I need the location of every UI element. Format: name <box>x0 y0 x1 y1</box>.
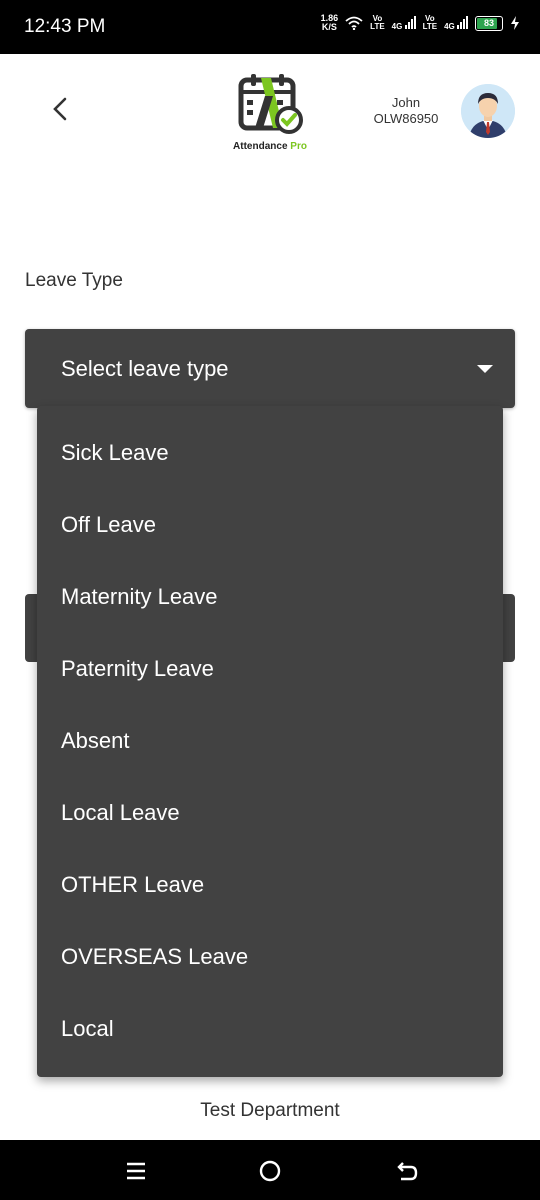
wifi-icon <box>345 16 363 30</box>
option-paternity-leave[interactable]: Paternity Leave <box>37 633 503 705</box>
battery-level: 83 <box>483 18 494 28</box>
option-sick-leave[interactable]: Sick Leave <box>37 417 503 489</box>
status-icons: 1.86 K/S Vo LTE 4G Vo LTE 4G 83 <box>321 14 520 32</box>
charging-icon <box>511 16 519 30</box>
network-type-2: 4G <box>444 22 455 31</box>
option-off-leave[interactable]: Off Leave <box>37 489 503 561</box>
leave-type-placeholder: Select leave type <box>61 356 229 381</box>
network-speed-unit: K/S <box>321 22 337 32</box>
user-id: OLW86950 <box>373 111 439 126</box>
leave-type-options: Sick Leave Off Leave Maternity Leave Pat… <box>37 406 503 1065</box>
option-other-leave[interactable]: OTHER Leave <box>37 849 503 921</box>
signal-icon-2: 4G <box>444 15 468 31</box>
volte-indicator-2: Vo LTE <box>423 15 438 31</box>
option-absent[interactable]: Absent <box>37 705 503 777</box>
back-icon[interactable] <box>392 1157 420 1185</box>
app-logo: Attendance Pro <box>228 72 312 152</box>
option-maternity-leave[interactable]: Maternity Leave <box>37 561 503 633</box>
volte-lte-2: LTE <box>422 22 438 31</box>
signal-icon-1: 4G <box>392 15 416 31</box>
leave-type-select[interactable]: Select leave type <box>25 329 515 408</box>
dropdown-caret-icon <box>477 365 493 373</box>
option-local-leave[interactable]: Local Leave <box>37 777 503 849</box>
option-overseas-leave[interactable]: OVERSEAS Leave <box>37 921 503 993</box>
menu-icon[interactable] <box>122 1157 150 1185</box>
volte-lte-1: LTE <box>370 22 385 31</box>
calendar-check-logo-icon <box>238 74 303 134</box>
user-avatar-icon <box>461 84 515 138</box>
user-name: John <box>391 95 421 110</box>
avatar[interactable] <box>461 84 515 138</box>
option-local[interactable]: Local <box>37 993 503 1065</box>
app-header: Attendance Pro John OLW86950 <box>0 54 540 174</box>
leave-type-dropdown-menu: Sick Leave Off Leave Maternity Leave Pat… <box>37 406 503 1077</box>
network-speed: 1.86 K/S <box>321 14 339 32</box>
back-arrow-icon[interactable] <box>46 94 76 124</box>
logo-text: Attendance Pro <box>228 141 312 152</box>
status-bar: 12:43 PM 1.86 K/S Vo LTE 4G Vo LTE 4G 83 <box>0 0 540 54</box>
leave-type-label: Leave Type <box>25 270 123 291</box>
logo-text-accent: Pro <box>290 141 307 152</box>
status-time: 12:43 PM <box>24 16 106 37</box>
system-nav-bar <box>0 1140 540 1200</box>
department-text: Test Department <box>200 1100 340 1121</box>
logo-text-main: Attendance <box>233 141 288 152</box>
volte-indicator-1: Vo LTE <box>370 15 385 31</box>
battery-icon: 83 <box>475 15 503 31</box>
network-type-1: 4G <box>391 22 403 31</box>
home-icon[interactable] <box>256 1157 284 1185</box>
